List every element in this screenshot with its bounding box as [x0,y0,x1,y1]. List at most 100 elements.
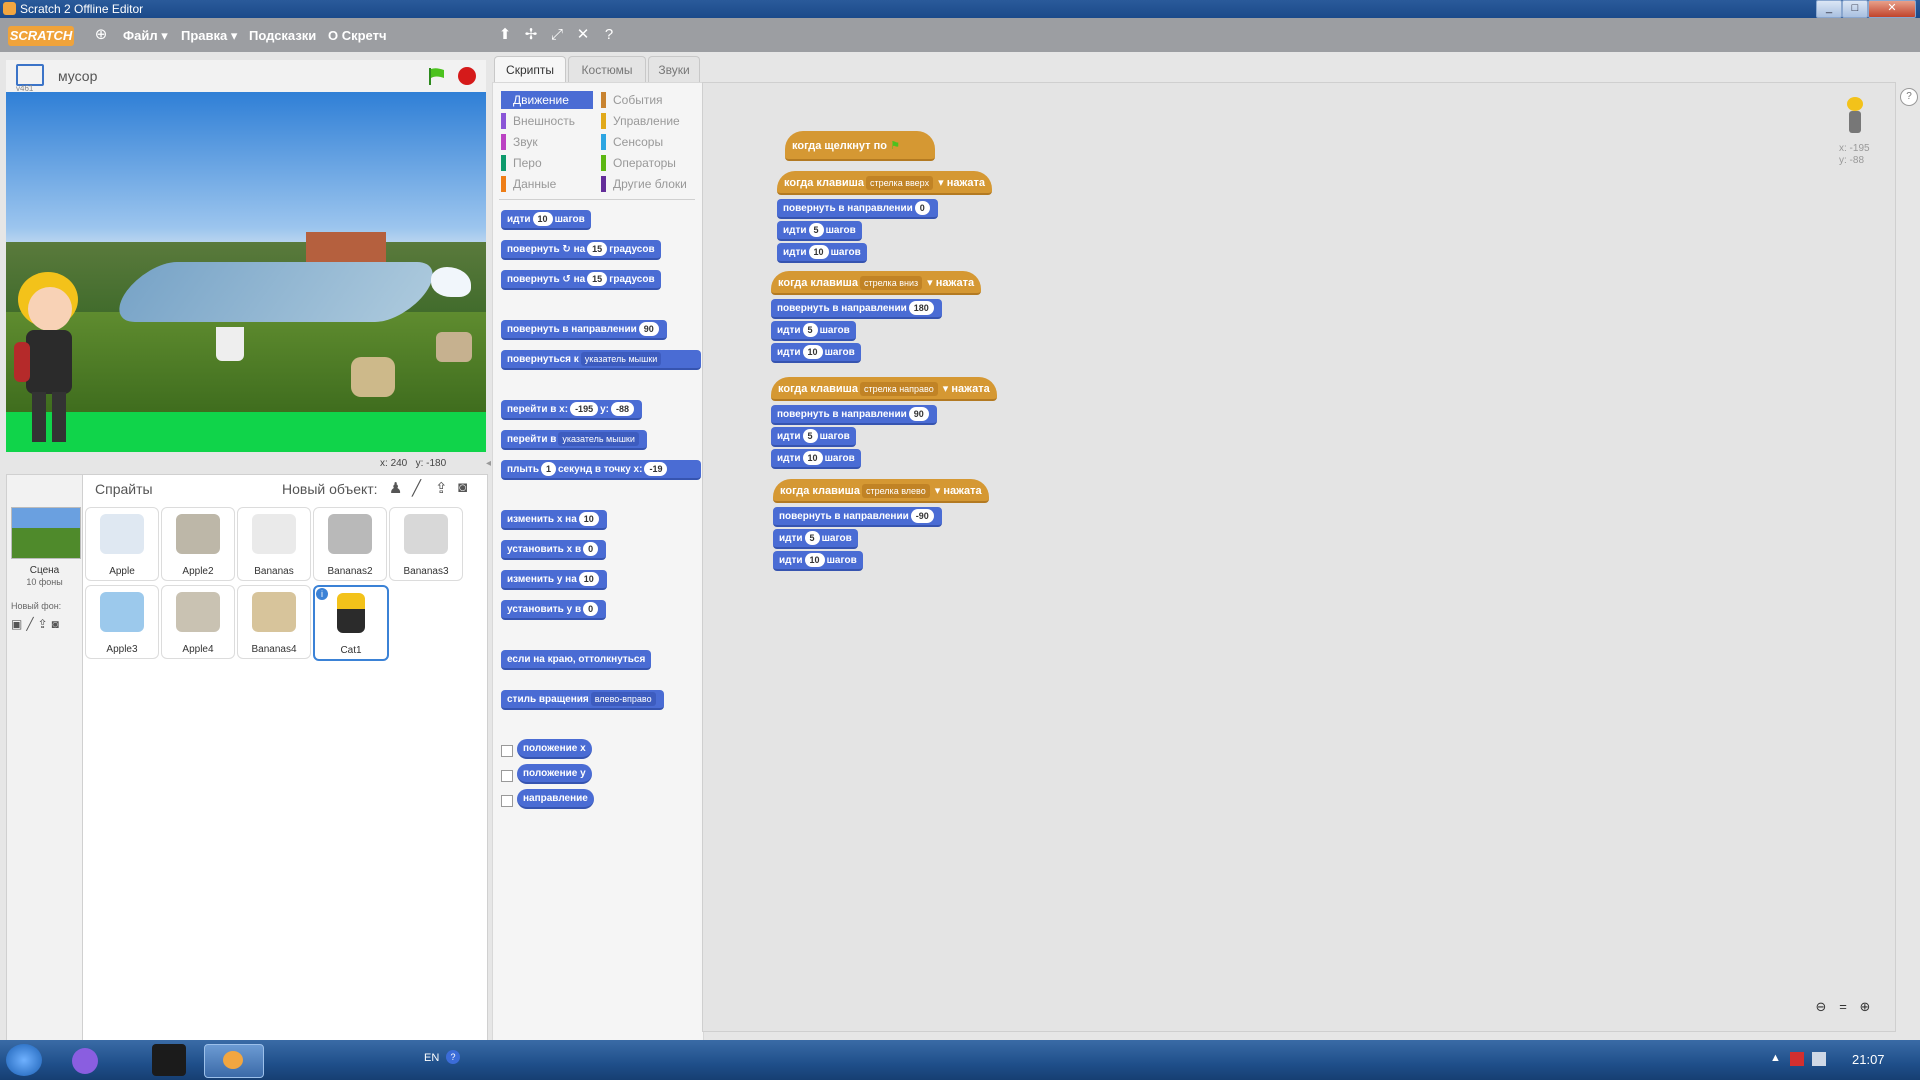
sprite-tile-bananas3[interactable]: Bananas3 [389,507,463,581]
scratch-taskbar-icon[interactable] [204,1044,264,1078]
info-icon[interactable]: i [316,588,328,600]
tab-costumes[interactable]: Костюмы [568,56,646,83]
sprite-tile-bananas4[interactable]: Bananas4 [237,585,311,659]
assistant-icon[interactable] [72,1048,98,1074]
stage-thumbnail[interactable] [11,507,81,559]
category-motion[interactable]: Движение [501,91,593,109]
category-data[interactable]: Данные [501,175,593,193]
sprite-tile-apple[interactable]: Apple [85,507,159,581]
reporter-x-position[interactable]: положение х [517,739,592,759]
scripts-area[interactable]: когда щелкнут по ⚑ когда клавиша стрелка … [702,82,1896,1032]
close-window-button[interactable]: ✕ [1868,0,1916,18]
sprite-from-library-icon[interactable]: ♟ [389,479,402,497]
block-change-x[interactable]: изменить х на 10 [501,510,607,530]
collapse-stage-icon[interactable]: ◂ [486,458,491,469]
category-events[interactable]: События [601,91,693,109]
block-point-direction[interactable]: повернуть в направлении 90 [501,320,667,340]
block-goto[interactable]: перейти в указатель мышки [501,430,647,450]
block-move-steps[interactable]: идти 10 шагов [771,343,861,363]
block-glide[interactable]: плыть 1 секунд в точку x: -19 [501,460,701,480]
zoom-out-icon[interactable]: ⊖ [1812,998,1830,1016]
category-sensing[interactable]: Сенсоры [601,133,693,151]
paint-sprite-icon[interactable]: ╱ [412,479,421,497]
checkbox-y-position[interactable] [501,770,513,782]
cut-icon[interactable]: ✢ [522,26,540,44]
sprite-tile-bananas[interactable]: Bananas [237,507,311,581]
block-point-direction[interactable]: повернуть в направлении 90 [771,405,937,425]
cat-character-sprite[interactable] [8,272,96,447]
sprite-tile-apple3[interactable]: Apple3 [85,585,159,659]
green-flag-icon[interactable] [426,66,446,86]
menu-about[interactable]: О Скретч [328,28,387,43]
block-move-steps[interactable]: идти 10 шагов [777,243,867,263]
reporter-y-position[interactable]: положение у [517,764,592,784]
block-turn-left[interactable]: повернуть ↺ на 15 градусов [501,270,661,290]
block-move-steps[interactable]: идти 5 шагов [771,321,856,341]
duplicate-icon[interactable]: ⬆ [496,26,514,44]
block-point-direction[interactable]: повернуть в направлении 180 [771,299,942,319]
block-move-steps[interactable]: идти 5 шагов [773,529,858,549]
menu-edit[interactable]: Правка ▾ [181,28,237,44]
scratch-logo[interactable]: SCRATCH [8,26,74,46]
zoom-in-icon[interactable]: ⊕ [1856,998,1874,1016]
shrink-icon[interactable]: ✕ [574,26,592,44]
maximize-button[interactable]: □ [1842,0,1868,18]
reporter-direction[interactable]: направление [517,789,594,809]
block-point-direction[interactable]: повернуть в направлении -90 [773,507,942,527]
category-more-blocks[interactable]: Другие блоки [601,175,693,193]
taskbar-app-icon[interactable] [152,1044,186,1076]
block-when-key-pressed[interactable]: когда клавиша стрелка влево ▾ нажата [773,479,989,503]
start-button-icon[interactable] [6,1044,42,1076]
checkbox-direction[interactable] [501,795,513,807]
block-set-y[interactable]: установить у в0 [501,600,607,620]
block-set-x[interactable]: установить х в0 [501,540,607,560]
grow-icon[interactable]: ⤢ [548,26,566,44]
block-when-key-pressed[interactable]: когда клавиша стрелка направо ▾ нажата [771,377,997,401]
block-move-steps[interactable]: идти 5 шагов [777,221,862,241]
block-when-flag-clicked[interactable]: когда щелкнут по ⚑ [785,131,935,161]
block-bounce[interactable]: если на краю, оттолкнуться [501,650,652,670]
block-move-steps[interactable]: идти 10 шагов [501,210,591,230]
zoom-reset-icon[interactable]: = [1834,998,1852,1016]
minimize-button[interactable]: _ [1816,0,1842,18]
carton-sprite[interactable] [351,357,395,397]
tab-sounds[interactable]: Звуки [648,56,700,83]
stop-icon[interactable] [458,67,476,85]
sprite-tile-apple2[interactable]: Apple2 [161,507,235,581]
camera-icon[interactable]: ◙ [458,479,467,496]
category-pen[interactable]: Перо [501,154,593,172]
box-sprite[interactable] [436,332,472,362]
block-when-key-pressed[interactable]: когда клавиша стрелка вниз ▾ нажата [771,271,982,295]
tray-arrow-icon[interactable]: ▲ [1770,1052,1781,1064]
category-sound[interactable]: Звук [501,133,593,151]
menu-file[interactable]: Файл ▾ [123,28,168,44]
checkbox-x-position[interactable] [501,745,513,757]
menu-tips[interactable]: Подсказки [249,28,316,43]
block-when-key-pressed[interactable]: когда клавиша стрелка вверх ▾ нажата [777,171,993,195]
new-backdrop-icons[interactable]: ▣╱⇪◙ [11,617,63,631]
help-tips-icon[interactable]: ? [1900,88,1918,106]
tray-flag-icon[interactable] [1790,1052,1804,1066]
globe-icon[interactable]: ⊕ [92,26,110,44]
block-goto-xy[interactable]: перейти в x: -195 y: -88 [501,400,642,420]
sprite-tile-cat1-selected[interactable]: i Cat1 [313,585,389,661]
category-operators[interactable]: Операторы [601,154,693,172]
category-looks[interactable]: Внешность [501,112,593,130]
block-point-direction[interactable]: повернуть в направлении 0 [777,199,938,219]
project-name[interactable]: мусор [58,68,97,84]
stage-canvas[interactable] [6,92,486,452]
sprite-tile-bananas2[interactable]: Bananas2 [313,507,387,581]
block-point-towards[interactable]: повернуться к указатель мышки [501,350,701,370]
block-move-steps[interactable]: идти 5 шагов [771,427,856,447]
sprite-tile-apple4[interactable]: Apple4 [161,585,235,659]
help-icon[interactable]: ? [600,26,618,44]
category-control[interactable]: Управление [601,112,693,130]
block-change-y[interactable]: изменить у на 10 [501,570,607,590]
language-help-icon[interactable]: ? [446,1050,460,1064]
block-move-steps[interactable]: идти 10 шагов [771,449,861,469]
tab-scripts[interactable]: Скрипты [494,56,566,83]
block-rotation-style[interactable]: стиль вращения влево-вправо [501,690,664,710]
upload-sprite-icon[interactable]: ⇪ [435,479,448,497]
block-turn-right[interactable]: повернуть ↻ на 15 градусов [501,240,661,260]
block-move-steps[interactable]: идти 10 шагов [773,551,863,571]
